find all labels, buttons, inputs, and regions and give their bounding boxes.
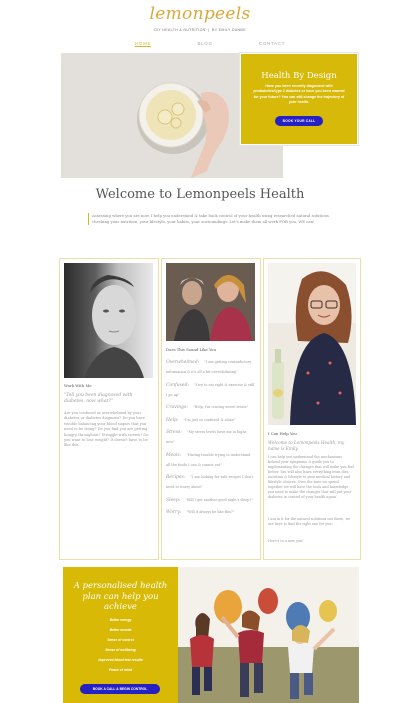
logo[interactable]: lemonpeels [0, 4, 400, 24]
i-can-help-text: I can help you understand the mechanisms… [268, 455, 354, 499]
woman-portrait-photo [64, 263, 153, 378]
i-can-help-you-column: I Can Help You Welcome to Lemonpeels Hea… [263, 258, 361, 560]
benefit-item: Improved blood test results [98, 658, 143, 662]
tagline-right: BY EMILY DANBE [212, 28, 246, 32]
tagline-left: DIY HEALTH & NUTRITION [154, 28, 206, 32]
nav-blog[interactable]: BLOG [197, 41, 212, 47]
book-call-begin-control-button[interactable]: BOOK A CALL & BEGIN CONTROL [80, 684, 160, 694]
symptom-item: Sleep: "Will I get another good night's … [166, 497, 253, 503]
hero-card: Health By Design Have you been recently … [240, 53, 358, 145]
benefit-item: Better energy [109, 618, 132, 622]
symptom-item: Confused: "I try to eat right & exercise… [166, 382, 255, 397]
welcome-intro: Assessing where you are now. I help you … [88, 213, 332, 225]
book-call-button[interactable]: BOOK YOUR CALL [275, 116, 323, 126]
hero-card-title: Health By Design [261, 71, 337, 81]
benefit-item: Peace of mind [109, 668, 132, 672]
nav-home[interactable]: HOME [135, 41, 152, 47]
main-nav: HOME BLOG CONTACT [135, 41, 285, 47]
i-can-help-intro: Welcome to Lemonpeels Health, my name is… [268, 440, 345, 452]
women-talking-photo [166, 263, 255, 341]
work-with-me-text: Are you confused or overwhelmed by your … [64, 411, 149, 448]
benefit-item: Sense of wellbeing [105, 648, 136, 652]
i-can-help-signoff: Here's to a new you! [268, 539, 304, 543]
symptom-item: Stress: "My stress levels have me in hig… [166, 430, 247, 444]
emily-portrait-photo [268, 263, 356, 425]
work-with-me-column: Work With Me "Tell you been diagnosed wi… [59, 258, 159, 560]
personalised-plan-title: A personalised health plan can help you … [73, 581, 168, 612]
tagline: DIY HEALTH & NUTRITION | BY EMILY DANBE [154, 28, 246, 32]
does-this-sound-like-you-column: Does This Sound Like You Overwhelmed: "I… [161, 258, 261, 560]
i-can-help-heading: I Can Help You [268, 431, 297, 436]
symptom-item: Overwhelmed: "I am getting contradictory… [166, 360, 252, 374]
benefit-item: Sense of control [107, 638, 134, 642]
symptom-item: Meals: "Having trouble trying to underst… [166, 452, 251, 467]
nav-contact[interactable]: CONTACT [259, 41, 285, 47]
work-with-me-quote: "Tell you been diagnosed with diabetes, … [64, 393, 133, 404]
benefit-item: Better moods [109, 628, 132, 632]
sound-like-you-heading: Does This Sound Like You [166, 347, 216, 352]
welcome-title: Welcome to Lemonpeels Health [95, 187, 305, 202]
work-with-me-heading: Work With Me [64, 383, 92, 388]
symptom-item: Help: "I'm just so confused & alone" [166, 417, 236, 423]
i-can-help-natural: I am in it for the natural solutions out… [268, 517, 351, 526]
women-jumping-balloons-photo [178, 567, 359, 703]
symptom-item: Worry: "Will it always be like this?" [166, 510, 235, 515]
personalised-plan-card: A personalised health plan can help you … [63, 567, 178, 703]
symptom-list: Overwhelmed: "I am getting contradictory… [166, 355, 255, 518]
hero-card-text: Have you been recently diagnosed with pr… [253, 84, 345, 105]
